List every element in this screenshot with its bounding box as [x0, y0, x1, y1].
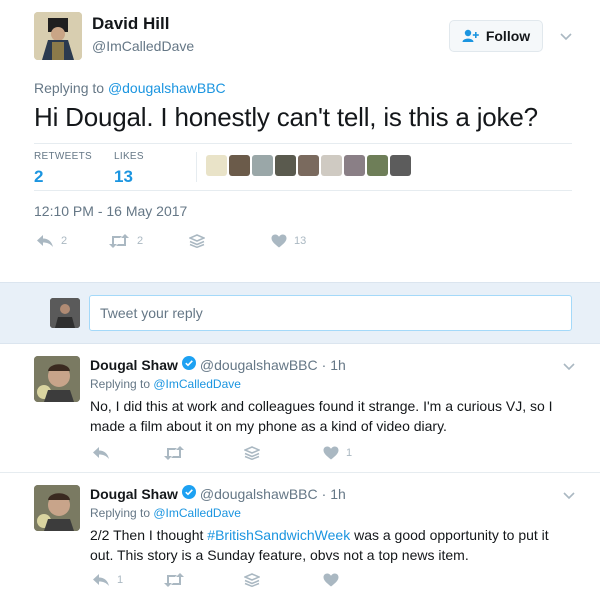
like-action[interactable]: 1: [323, 446, 352, 460]
reply-icon: [92, 573, 110, 587]
likers-avatars: [206, 155, 411, 176]
heart-icon: [271, 234, 287, 248]
author-handle[interactable]: @ImCalledDave: [92, 38, 194, 54]
replying-prefix: Replying to: [90, 377, 154, 391]
stats-vertical-divider: [196, 152, 197, 182]
chevron-down-icon[interactable]: [563, 487, 575, 505]
stack-icon: [244, 446, 260, 460]
liker-avatar[interactable]: [206, 155, 227, 176]
reply-time[interactable]: · 1h: [322, 486, 346, 502]
chevron-down-icon[interactable]: [560, 28, 572, 46]
current-user-avatar: [50, 298, 80, 328]
reply-header: Dougal Shaw @dougalshawBBC · 1h: [90, 356, 346, 373]
reply-icon: [92, 446, 110, 460]
reply-author-avatar[interactable]: [34, 356, 80, 402]
retweet-action[interactable]: 2: [108, 234, 143, 248]
retweet-action[interactable]: [163, 573, 192, 587]
reply-count: 2: [61, 235, 68, 247]
replying-prefix: Replying to: [90, 506, 154, 520]
retweets-label: RETWEETS: [34, 151, 92, 162]
tweet-timestamp[interactable]: 12:10 PM - 16 May 2017: [34, 203, 187, 219]
reply-replying-to: Replying to @ImCalledDave: [90, 506, 241, 520]
like-action[interactable]: [323, 573, 346, 587]
liker-avatar[interactable]: [252, 155, 273, 176]
stack-action[interactable]: [244, 446, 260, 460]
reply-composer: [0, 282, 600, 344]
author-avatar[interactable]: [34, 12, 82, 60]
retweet-action[interactable]: [163, 446, 192, 460]
stats-divider-top: [34, 143, 572, 144]
reply-text: 2/2 Then I thought #BritishSandwichWeek …: [90, 525, 570, 565]
reply-header: Dougal Shaw @dougalshawBBC · 1h: [90, 485, 346, 502]
reply-author-name[interactable]: Dougal Shaw: [90, 486, 178, 502]
retweets-value: 2: [34, 167, 44, 186]
liker-avatar[interactable]: [390, 155, 411, 176]
retweet-icon: [108, 234, 130, 248]
liker-avatar[interactable]: [229, 155, 250, 176]
replying-handle-link[interactable]: @dougalshawBBC: [108, 80, 226, 96]
liker-avatar[interactable]: [298, 155, 319, 176]
like-action[interactable]: 13: [271, 234, 306, 248]
reply-author-handle[interactable]: @dougalshawBBC: [200, 486, 318, 502]
replying-prefix: Replying to: [34, 80, 108, 96]
like-count: 1: [346, 447, 353, 459]
reply-tweet: Dougal Shaw @dougalshawBBC · 1h Replying…: [0, 473, 600, 600]
reply-text: No, I did this at work and colleagues fo…: [90, 398, 553, 434]
likes-stat[interactable]: LIKES 13: [114, 151, 144, 187]
reply-action[interactable]: [92, 446, 117, 460]
liker-avatar[interactable]: [367, 155, 388, 176]
follow-button[interactable]: Follow: [449, 20, 543, 52]
retweets-stat[interactable]: RETWEETS 2: [34, 151, 92, 187]
likes-label: LIKES: [114, 151, 144, 162]
stats-divider-bottom: [34, 190, 572, 191]
heart-icon: [323, 446, 339, 460]
hashtag-link[interactable]: #BritishSandwichWeek: [207, 527, 350, 543]
stack-icon: [189, 234, 205, 248]
follow-label: Follow: [485, 28, 531, 44]
replying-to: Replying to @dougalshawBBC: [34, 80, 226, 96]
like-count: 13: [294, 235, 307, 247]
chevron-down-icon[interactable]: [563, 358, 575, 376]
tweet-text: Hi Dougal. I honestly can't tell, is thi…: [34, 102, 538, 132]
stack-icon: [244, 573, 260, 587]
reply-input[interactable]: [89, 295, 572, 331]
liker-avatar[interactable]: [275, 155, 296, 176]
main-tweet: David Hill @ImCalledDave Follow Replying…: [0, 0, 600, 282]
stack-action[interactable]: [244, 573, 260, 587]
retweet-count: 2: [137, 235, 144, 247]
reply-text-before: 2/2 Then I thought: [90, 527, 208, 543]
add-user-icon: [462, 29, 480, 43]
reply-replying-to: Replying to @ImCalledDave: [90, 377, 241, 391]
reply-action[interactable]: 2: [36, 234, 67, 248]
likes-value: 13: [114, 167, 133, 186]
reply-icon: [36, 234, 54, 248]
reply-tweet: Dougal Shaw @dougalshawBBC · 1h Replying…: [0, 344, 600, 473]
replying-handle-link[interactable]: @ImCalledDave: [153, 506, 241, 520]
replying-handle-link[interactable]: @ImCalledDave: [153, 377, 241, 391]
verified-badge-icon: [181, 485, 196, 502]
verified-badge-icon: [181, 356, 196, 373]
reply-author-name[interactable]: Dougal Shaw: [90, 357, 178, 373]
author-name[interactable]: David Hill: [92, 14, 169, 34]
liker-avatar[interactable]: [344, 155, 365, 176]
reply-author-handle[interactable]: @dougalshawBBC: [200, 357, 318, 373]
retweet-icon: [163, 573, 185, 587]
retweet-icon: [163, 446, 185, 460]
reply-count: 1: [117, 574, 124, 586]
heart-icon: [323, 573, 339, 587]
stack-action[interactable]: [189, 234, 205, 248]
liker-avatar[interactable]: [321, 155, 342, 176]
reply-author-avatar[interactable]: [34, 485, 80, 531]
reply-time[interactable]: · 1h: [322, 357, 346, 373]
reply-action[interactable]: 1: [92, 573, 123, 587]
